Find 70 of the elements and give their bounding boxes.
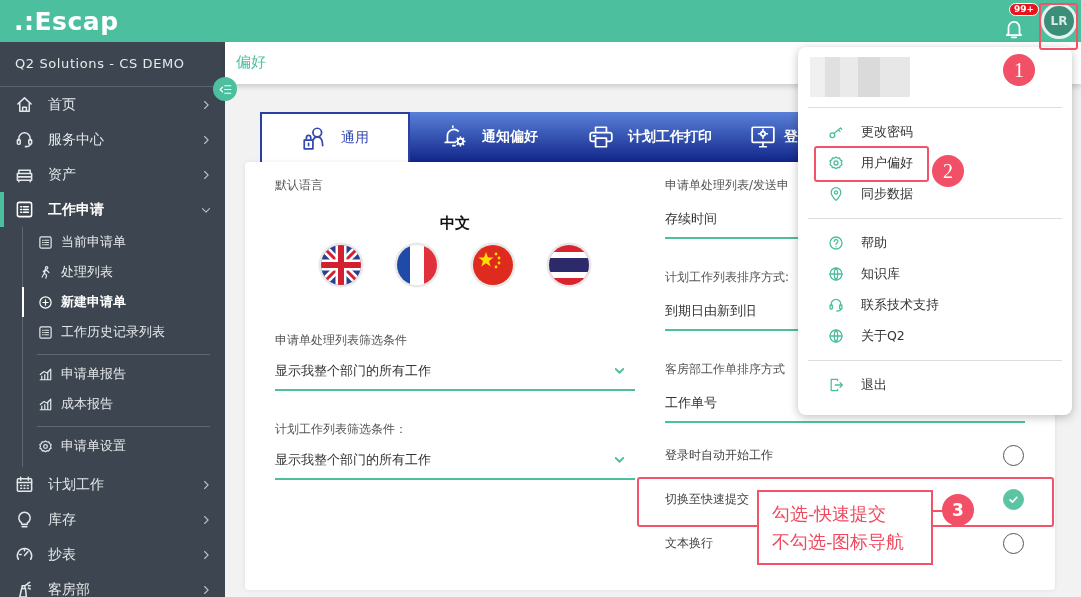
location-pin-icon (828, 186, 844, 202)
leader-line (932, 510, 944, 512)
gear-icon (38, 438, 53, 454)
globe-icon (828, 266, 844, 282)
tab[interactable]: 通用 (260, 112, 410, 162)
sidebar-item[interactable]: 库存 (0, 502, 225, 537)
lightbulb-icon (15, 510, 34, 529)
option-label: 切换至快速提交 (665, 490, 749, 508)
menu-item[interactable]: 更改密码 (820, 117, 917, 147)
sidebar-item[interactable]: 抄表 (0, 537, 225, 572)
bar-chart-icon (38, 396, 53, 412)
sidebar-subitem[interactable]: 当前申请单 (22, 227, 210, 257)
field-label: 客房部工作单排序方式 (665, 361, 785, 378)
sidebar-subitem[interactable]: 处理列表 (22, 257, 210, 287)
page-title: 偏好 (236, 53, 266, 71)
calendar-icon (15, 475, 34, 494)
plus-circle-icon (38, 294, 53, 310)
bar-chart-icon (38, 366, 53, 382)
bell-gear-icon (442, 124, 468, 150)
menu-item[interactable]: 帮助 (820, 228, 891, 258)
menu-item[interactable]: 退出 (820, 370, 891, 400)
globe-icon (828, 328, 844, 344)
home-icon (15, 95, 34, 114)
list-icon (38, 234, 53, 250)
selected-language: 中文 (439, 214, 471, 233)
sidebar-item[interactable]: 首页 (0, 87, 225, 122)
menu-item[interactable]: 同步数据 (820, 179, 917, 209)
sidebar-item[interactable]: 资产 (0, 157, 225, 192)
help-icon (828, 235, 844, 251)
menu-item[interactable]: 联系技术支持 (820, 290, 943, 320)
sidebar-item[interactable]: 计划工作 (0, 467, 225, 502)
flag-icon[interactable] (318, 242, 364, 288)
field-label: 申请单处理列表筛选条件 (275, 332, 407, 349)
sidebar-item[interactable]: 客房部 (0, 572, 225, 597)
flag-icon[interactable] (394, 242, 440, 288)
sidebar-subitem[interactable]: 新建申请单 (22, 287, 210, 317)
flag-icon[interactable] (546, 242, 592, 288)
sidebar-subitem[interactable]: 申请单设置 (22, 431, 210, 461)
field-label: 申请单处理列表/发送申 (665, 177, 790, 194)
printer-icon (588, 124, 614, 150)
sidebar-subitem[interactable]: 申请单报告 (22, 359, 210, 389)
list-icon (38, 324, 53, 340)
highlight-frame (1039, 3, 1078, 50)
sidebar-subitem[interactable]: 工作历史记录列表 (22, 317, 210, 347)
menu-item[interactable]: 知识库 (820, 259, 904, 289)
dropdown-field[interactable]: 显示我整个部门的所有工作 (275, 356, 635, 391)
field-label: 默认语言 (275, 177, 323, 194)
settings-icon (828, 155, 844, 171)
field-label: 计划工作列表筛选条件： (275, 421, 407, 438)
menu-item[interactable]: 用户偏好 (820, 148, 917, 178)
option-label: 登录时自动开始工作 (665, 446, 773, 464)
key-icon (828, 124, 844, 140)
menu-item[interactable]: 关于Q2 (820, 321, 909, 351)
user-lock-icon (301, 125, 327, 151)
sidebar-subitem[interactable]: 成本报告 (22, 389, 210, 419)
tab[interactable]: 通知偏好 (410, 112, 570, 162)
tab[interactable]: 登 (730, 112, 818, 162)
list-icon (15, 200, 34, 219)
notification-badge: 99+ (1009, 3, 1040, 16)
dropdown-field[interactable]: 显示我整个部门的所有工作 (275, 445, 635, 480)
checkbox[interactable] (1003, 488, 1024, 510)
logo: .:Escap (14, 6, 119, 36)
sidebar-item[interactable]: 服务中心 (0, 122, 225, 157)
logout-icon (828, 377, 844, 393)
headset-icon (828, 297, 844, 313)
callout-note: 勾选-快速提交 不勾选-图标导航 (757, 490, 933, 565)
field-label: 计划工作列表排序方式: (665, 269, 790, 286)
headset-icon (15, 130, 34, 149)
tab[interactable]: 计划工作打印 (570, 112, 730, 162)
option-label: 文本换行 (665, 534, 713, 552)
